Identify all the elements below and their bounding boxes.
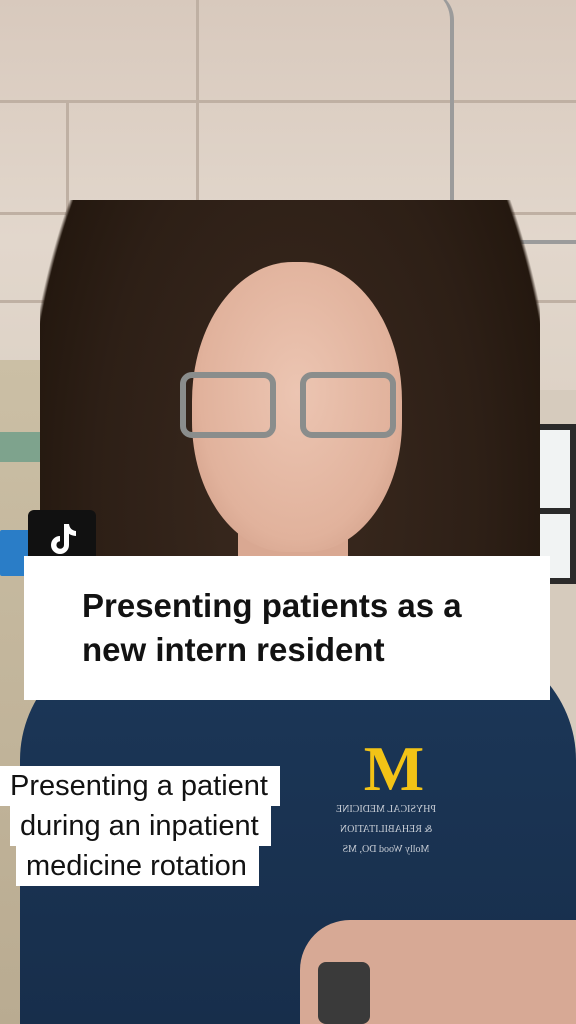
- tiktok-note-icon: [51, 524, 76, 554]
- sweater-embroidery: PHYSICAL MEDICINE & REHABILITATION Molly…: [336, 800, 436, 860]
- smartwatch: [318, 962, 370, 1024]
- caption-line: during an inpatient: [10, 806, 271, 846]
- caption-overlay: Presenting a patient during an inpatient…: [0, 766, 330, 886]
- university-m-logo: M: [363, 733, 425, 804]
- supply-box: [0, 432, 40, 462]
- glasses-left-lens: [180, 372, 276, 438]
- embroidery-line: & REHABILITATION: [339, 824, 433, 835]
- caption-line: Presenting a patient: [0, 766, 280, 806]
- embroidery-line: Molly Wood DO, MS: [342, 844, 430, 855]
- caption-line: medicine rotation: [16, 846, 259, 886]
- embroidery-line: PHYSICAL MEDICINE: [336, 804, 436, 815]
- title-line: Presenting patients as a: [82, 587, 462, 624]
- glasses-right-lens: [300, 372, 396, 438]
- title-line: new intern resident: [82, 631, 385, 668]
- title-overlay: Presenting patients as a new intern resi…: [24, 556, 550, 700]
